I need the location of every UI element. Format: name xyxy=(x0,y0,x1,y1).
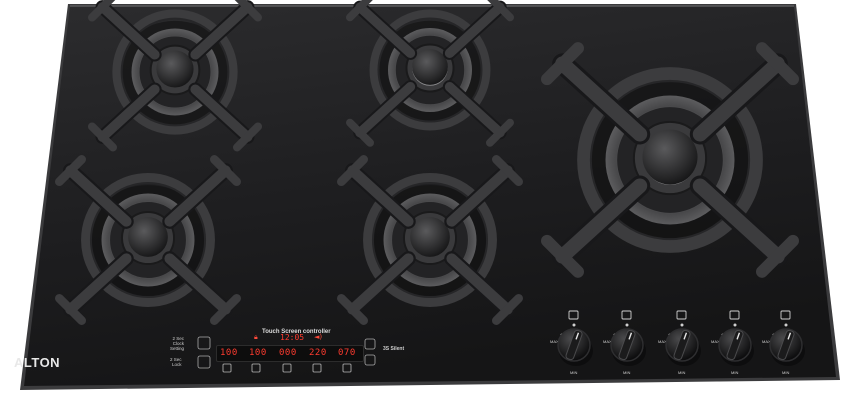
svg-text:MIN: MIN xyxy=(782,370,789,375)
off-dot-icon xyxy=(572,323,576,327)
burner-rear-left xyxy=(87,0,263,152)
cooktop-illustration: MAXMINMAXMINMAXMINMAXMINMAXMIN xyxy=(20,0,840,390)
burner-wok xyxy=(541,42,799,278)
zone-reading: 100 xyxy=(220,348,238,358)
svg-text:MIN: MIN xyxy=(570,370,577,375)
off-dot-icon xyxy=(784,323,788,327)
brand-logo: ALTON xyxy=(14,355,61,370)
burner-front-left xyxy=(55,155,242,325)
zone-reading: 070 xyxy=(338,348,356,358)
off-dot-icon xyxy=(733,323,737,327)
clock-setting-label: 2 Sec Clock Setting xyxy=(170,336,185,351)
burner-front-center xyxy=(336,155,523,325)
silent-label: 3S Silent xyxy=(383,346,405,352)
zone-reading: 000 xyxy=(279,348,297,358)
zone-reading: 100 xyxy=(249,348,267,358)
burner-rear-center xyxy=(346,0,514,147)
lock-symbol-icon: 🔒︎ xyxy=(254,333,258,341)
lock-label: 2 Sec Lock xyxy=(170,357,182,367)
svg-text:MIN: MIN xyxy=(623,370,630,375)
clock-display: 12:05 xyxy=(280,333,305,342)
bell-icon: ◄) xyxy=(314,333,323,341)
svg-text:MIN: MIN xyxy=(678,370,685,375)
off-dot-icon xyxy=(680,323,684,327)
off-dot-icon xyxy=(625,323,629,327)
zone-reading: 220 xyxy=(309,348,327,358)
svg-text:MIN: MIN xyxy=(731,370,738,375)
